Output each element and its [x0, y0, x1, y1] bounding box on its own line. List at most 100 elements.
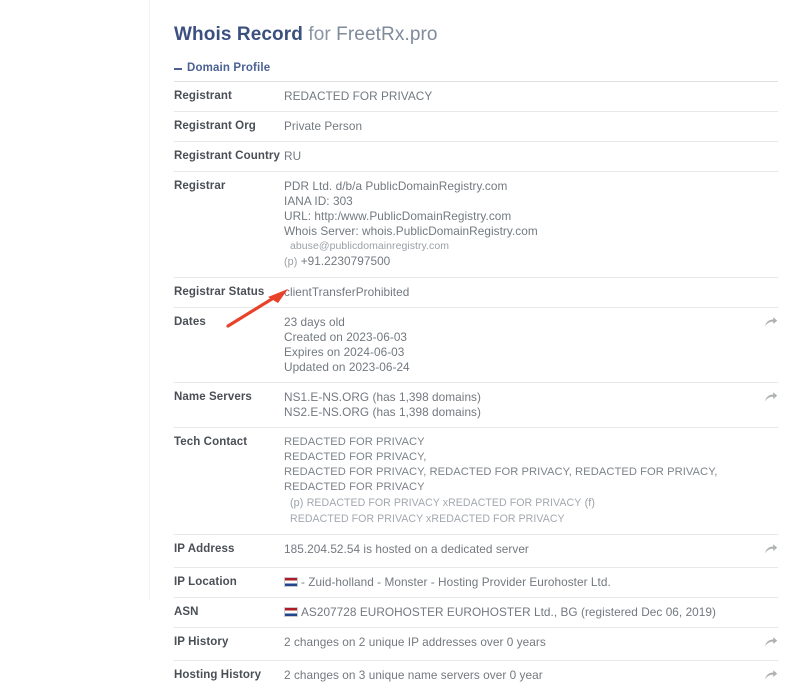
row-label: Registrar	[174, 172, 284, 278]
phone-prefix: (p)	[290, 497, 303, 509]
row-label: IP Location	[174, 568, 284, 598]
domain-age: 23 days old	[284, 315, 752, 330]
table-row: IP History 2 changes on 2 unique IP addr…	[174, 628, 778, 661]
row-label: IP Address	[174, 535, 284, 568]
asn-value[interactable]: AS207728 EUROHOSTER EUROHOSTER Ltd., BG …	[301, 605, 716, 619]
table-row: Hosting History 2 changes on 3 unique na…	[174, 661, 778, 693]
row-value: - Zuid-holland - Monster - Hosting Provi…	[284, 568, 752, 598]
share-arrow-icon[interactable]	[764, 542, 778, 555]
row-label: Dates	[174, 308, 284, 383]
ip-history-value: 2 changes on 2 unique IP addresses over …	[284, 635, 752, 650]
row-label: Tech Contact	[174, 428, 284, 535]
row-value: 2 changes on 3 unique name servers over …	[284, 661, 752, 693]
row-actions	[752, 568, 778, 598]
phone-number: +91.2230797500	[301, 254, 391, 268]
minus-icon[interactable]	[174, 68, 182, 70]
updated-date: Updated on 2023-06-24	[284, 360, 752, 375]
whois-server: Whois Server: whois.PublicDomainRegistry…	[284, 224, 752, 239]
created-date: Created on 2023-06-03	[284, 330, 752, 345]
share-arrow-icon[interactable]	[764, 668, 778, 681]
row-value: REDACTED FOR PRIVACY REDACTED FOR PRIVAC…	[284, 428, 752, 535]
abuse-email[interactable]: abuse@publicdomainregistry.com	[284, 239, 752, 254]
value-line: REDACTED FOR PRIVACY	[284, 89, 752, 104]
tech-phone-value: REDACTED FOR PRIVACY xREDACTED FOR PRIVA…	[307, 497, 582, 509]
value-line: clientTransferProhibited	[284, 285, 752, 300]
row-value: REDACTED FOR PRIVACY	[284, 82, 752, 112]
share-arrow-icon[interactable]	[764, 635, 778, 648]
row-value: NS1.E-NS.ORG (has 1,398 domains) NS2.E-N…	[284, 383, 752, 428]
whois-table-body: Registrant REDACTED FOR PRIVACY Registra…	[174, 82, 778, 693]
row-actions	[752, 112, 778, 142]
value-line: IANA ID: 303	[284, 194, 752, 209]
row-label: ASN	[174, 598, 284, 628]
section-header-label: Domain Profile	[187, 62, 270, 74]
table-row: Tech Contact REDACTED FOR PRIVACY REDACT…	[174, 428, 778, 535]
row-value: 23 days old Created on 2023-06-03 Expire…	[284, 308, 752, 383]
row-actions	[752, 172, 778, 278]
row-label: Registrant Org	[174, 112, 284, 142]
tech-fax-line: REDACTED FOR PRIVACY xREDACTED FOR PRIVA…	[284, 511, 752, 527]
page-title-strong: Whois Record	[174, 24, 303, 45]
left-gutter	[0, 0, 150, 600]
row-actions	[752, 308, 778, 383]
row-actions	[752, 428, 778, 535]
name-server-2[interactable]: NS2.E-NS.ORG (has 1,398 domains)	[284, 405, 752, 420]
row-actions	[752, 142, 778, 172]
page-title-domain: FreetRx.pro	[336, 24, 437, 45]
row-value: AS207728 EUROHOSTER EUROHOSTER Ltd., BG …	[284, 598, 752, 628]
row-actions	[752, 598, 778, 628]
table-row: Dates 23 days old Created on 2023-06-03 …	[174, 308, 778, 383]
tech-line: REDACTED FOR PRIVACY, REDACTED FOR PRIVA…	[284, 465, 752, 495]
row-actions	[752, 383, 778, 428]
page-title-for: for	[303, 24, 336, 45]
value-line: Private Person	[284, 119, 752, 134]
value-line: PDR Ltd. d/b/a PublicDomainRegistry.com	[284, 179, 752, 194]
tech-phone-line: (p) REDACTED FOR PRIVACY xREDACTED FOR P…	[284, 495, 752, 511]
fax-prefix: (f)	[585, 497, 595, 509]
registrar-phone: (p) +91.2230797500	[284, 254, 752, 270]
table-row: Registrant Org Private Person	[174, 112, 778, 142]
name-server-1[interactable]: NS1.E-NS.ORG (has 1,398 domains)	[284, 390, 752, 405]
row-actions	[752, 82, 778, 112]
row-label: Hosting History	[174, 661, 284, 693]
table-row: Registrant REDACTED FOR PRIVACY	[174, 82, 778, 112]
netherlands-flag-icon	[284, 577, 298, 587]
whois-record-panel: Whois Record for FreetRx.pro Domain Prof…	[160, 0, 788, 600]
row-label: Registrant	[174, 82, 284, 112]
table-row: IP Address 185.204.52.54 is hosted on a …	[174, 535, 778, 568]
row-value: 185.204.52.54 is hosted on a dedicated s…	[284, 535, 752, 568]
table-row: ASN AS207728 EUROHOSTER EUROHOSTER Ltd.,…	[174, 598, 778, 628]
table-row: IP Location - Zuid-holland - Monster - H…	[174, 568, 778, 598]
row-actions	[752, 278, 778, 308]
row-value: Private Person	[284, 112, 752, 142]
row-label: IP History	[174, 628, 284, 661]
ip-location-value[interactable]: - Zuid-holland - Monster - Hosting Provi…	[301, 575, 611, 589]
table-row: Name Servers NS1.E-NS.ORG (has 1,398 dom…	[174, 383, 778, 428]
netherlands-flag-icon	[284, 607, 298, 617]
row-value: clientTransferProhibited	[284, 278, 752, 308]
row-value: RU	[284, 142, 752, 172]
section-header-domain-profile[interactable]: Domain Profile	[174, 62, 788, 74]
page-root: Whois Record for FreetRx.pro Domain Prof…	[0, 0, 788, 600]
share-arrow-icon[interactable]	[764, 315, 778, 328]
table-row: Registrar Status clientTransferProhibite…	[174, 278, 778, 308]
ip-address-value[interactable]: 185.204.52.54 is hosted on a dedicated s…	[284, 542, 752, 557]
table-row: Registrant Country RU	[174, 142, 778, 172]
row-value: PDR Ltd. d/b/a PublicDomainRegistry.com …	[284, 172, 752, 278]
tech-line: REDACTED FOR PRIVACY	[284, 435, 752, 450]
table-row: Registrar PDR Ltd. d/b/a PublicDomainReg…	[174, 172, 778, 278]
hosting-history-value: 2 changes on 3 unique name servers over …	[284, 668, 752, 683]
registrar-url[interactable]: URL: http:/www.PublicDomainRegistry.com	[284, 209, 752, 224]
page-title: Whois Record for FreetRx.pro	[160, 0, 788, 48]
expires-date: Expires on 2024-06-03	[284, 345, 752, 360]
row-value: 2 changes on 2 unique IP addresses over …	[284, 628, 752, 661]
tech-line: REDACTED FOR PRIVACY,	[284, 450, 752, 465]
row-actions	[752, 661, 778, 693]
phone-prefix: (p)	[284, 256, 297, 268]
row-label: Registrar Status	[174, 278, 284, 308]
row-label: Registrant Country	[174, 142, 284, 172]
row-actions	[752, 628, 778, 661]
row-actions	[752, 535, 778, 568]
tech-fax-value: REDACTED FOR PRIVACY xREDACTED FOR PRIVA…	[290, 513, 565, 525]
share-arrow-icon[interactable]	[764, 390, 778, 403]
